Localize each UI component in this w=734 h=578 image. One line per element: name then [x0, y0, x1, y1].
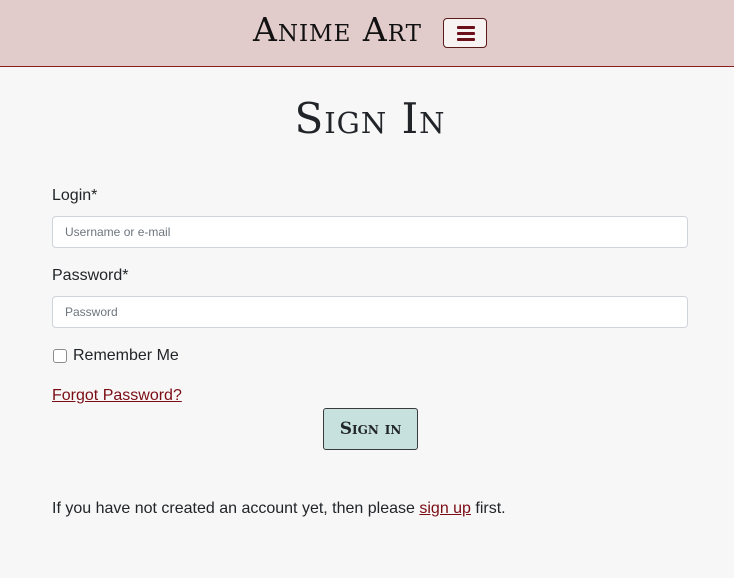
remember-me-label[interactable]: Remember Me [73, 347, 179, 365]
page-title: Sign In [294, 94, 446, 143]
signup-prompt-suffix: first. [470, 500, 506, 517]
remember-me-checkbox[interactable] [53, 349, 67, 363]
remember-me: Remember Me [52, 346, 179, 366]
signup-prompt-prefix: If you have not created an account yet, … [52, 500, 420, 517]
login-input[interactable] [52, 216, 688, 248]
navbar: Anime Art [0, 0, 734, 67]
signup-prompt: If you have not created an account yet, … [52, 500, 506, 518]
password-input[interactable] [52, 296, 688, 328]
password-label: Password* [52, 267, 129, 284]
forgot-password-link[interactable]: Forgot Password? [52, 387, 182, 405]
login-label: Login* [52, 187, 98, 204]
sign-up-link[interactable]: sign up [419, 500, 471, 517]
sign-in-button[interactable]: Sign in [323, 408, 418, 450]
brand-title[interactable]: Anime Art [253, 10, 422, 50]
menu-toggle-button[interactable] [443, 18, 487, 48]
